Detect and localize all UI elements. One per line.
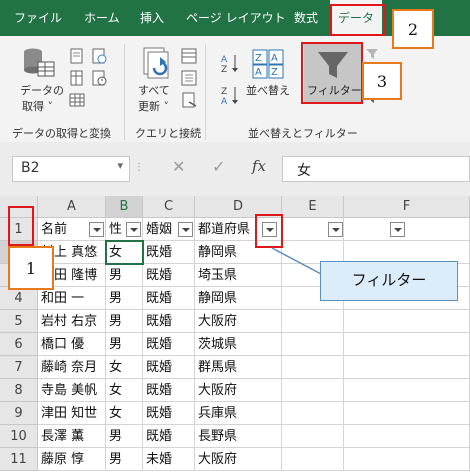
filter-callout: フィルター [320, 261, 458, 301]
callout-pointer [271, 247, 322, 275]
